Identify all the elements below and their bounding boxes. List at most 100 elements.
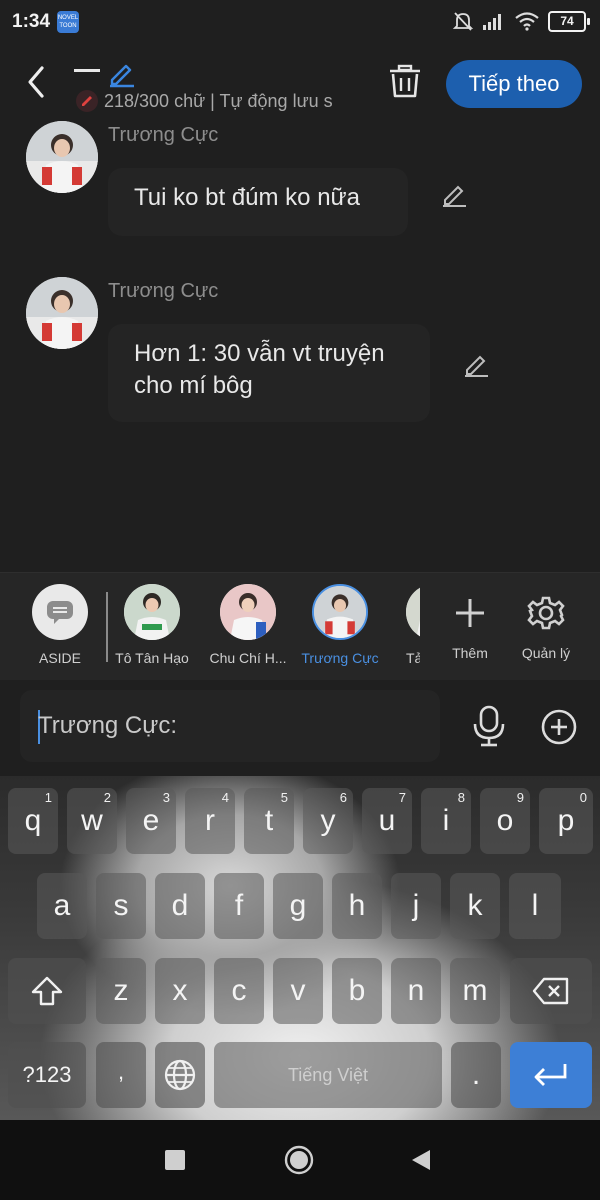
key-number: 0 (579, 790, 587, 805)
character-item-selected[interactable]: Trương Cực (298, 581, 382, 666)
key-number: 4 (221, 790, 229, 805)
backspace-key[interactable] (510, 958, 592, 1024)
key-number: 5 (280, 790, 288, 805)
character-avatar (124, 584, 180, 640)
character-name: Trương Cực (301, 650, 379, 666)
key-g[interactable]: g (273, 873, 323, 939)
title-placeholder[interactable] (74, 69, 100, 72)
avatar-photo-icon (26, 277, 98, 349)
gear-icon (527, 596, 565, 630)
key-h[interactable]: h (332, 873, 382, 939)
character-avatar (220, 584, 276, 640)
message-text-line: Hơn 1: 30 vẫn vt truyện (134, 340, 385, 367)
key-label: o (496, 804, 514, 837)
key-q[interactable]: q1 (8, 788, 58, 854)
avatar[interactable] (26, 277, 98, 349)
bell-muted-icon (452, 12, 474, 31)
key-b[interactable]: b (332, 958, 382, 1024)
pencil-icon (465, 355, 488, 377)
message-sender-name: Trương Cực (108, 280, 219, 302)
key-f[interactable]: f (214, 873, 264, 939)
key-t[interactable]: t5 (244, 788, 294, 854)
character-item[interactable]: Chu Chí H... (206, 581, 290, 666)
key-number: 2 (103, 790, 111, 805)
avatar[interactable] (26, 121, 98, 193)
key-i[interactable]: i8 (421, 788, 471, 854)
key-w[interactable]: w2 (67, 788, 117, 854)
key-d[interactable]: d (155, 873, 205, 939)
language-key[interactable] (155, 1042, 205, 1108)
key-number: 9 (516, 790, 524, 805)
message-text-line: cho mí bôg (134, 372, 253, 399)
key-j[interactable]: j (391, 873, 441, 939)
status-time: 1:34 (12, 11, 51, 32)
key-p[interactable]: p0 (539, 788, 593, 854)
home-button[interactable] (284, 1145, 314, 1175)
message-bubble[interactable]: Tui ko bt đúm ko nữa (108, 168, 408, 236)
space-key[interactable]: Tiếng Việt (214, 1042, 442, 1108)
key-e[interactable]: e3 (126, 788, 176, 854)
key-n[interactable]: n (391, 958, 441, 1024)
key-o[interactable]: o9 (480, 788, 530, 854)
voice-button[interactable] (470, 704, 508, 748)
add-content-button[interactable] (540, 708, 578, 746)
key-x[interactable]: x (155, 958, 205, 1024)
aside-button[interactable]: ASIDE (18, 581, 102, 666)
key-label: y (320, 804, 336, 837)
key-u[interactable]: u7 (362, 788, 412, 854)
character-item[interactable]: Tô Tân Hạo (110, 581, 194, 666)
key-k[interactable]: k (450, 873, 500, 939)
key-label: r (205, 804, 215, 837)
key-z[interactable]: z (96, 958, 146, 1024)
add-character-button[interactable]: Thêm (428, 581, 512, 661)
word-count-row: 218/300 chữ | Tự động lưu s (76, 90, 362, 112)
character-divider (106, 592, 108, 662)
enter-key[interactable] (510, 1042, 592, 1108)
key-number: 8 (457, 790, 465, 805)
manage-label: Quản lý (521, 645, 571, 661)
red-pencil-icon (76, 90, 98, 112)
shift-key[interactable] (8, 958, 86, 1024)
chevron-left-icon (28, 66, 44, 98)
key-label: u (378, 804, 396, 837)
next-button[interactable]: Tiếp theo (446, 60, 582, 108)
key-m[interactable]: m (450, 958, 500, 1024)
key-v[interactable]: v (273, 958, 323, 1024)
wifi-icon (515, 12, 539, 31)
battery-icon: 74 (548, 10, 590, 32)
manage-button[interactable]: Quản lý (504, 581, 588, 661)
key-number: 3 (162, 790, 170, 805)
key-label: p (557, 804, 575, 837)
avatar-photo-icon (26, 121, 98, 193)
pencil-icon (110, 64, 134, 88)
message-bubble[interactable]: Hơn 1: 30 vẫn vt truyện cho mí bôg (108, 324, 430, 422)
delete-button[interactable] (386, 62, 424, 102)
triangle-back-icon (412, 1150, 430, 1170)
edit-title-button[interactable] (106, 58, 136, 88)
plus-circle-icon (541, 709, 577, 745)
key-r[interactable]: r4 (185, 788, 235, 854)
edit-message-button[interactable] (440, 180, 468, 208)
key-s[interactable]: s (96, 873, 146, 939)
edit-message-button[interactable] (462, 350, 490, 378)
symbols-key[interactable]: ?123 (8, 1042, 86, 1108)
keyboard: q1 w2 e3 r4 t5 y6 u7 i8 o9 p0 a s d f g … (0, 776, 600, 1120)
character-avatar (312, 584, 368, 640)
period-key[interactable]: . (451, 1042, 501, 1108)
key-a[interactable]: a (37, 873, 87, 939)
character-name: Tô Tân Hạo (115, 650, 189, 666)
key-y[interactable]: y6 (303, 788, 353, 854)
character-bar: ASIDE Tô Tân Hạo Chu Chí H... Trương Cực… (0, 572, 600, 681)
recents-button[interactable] (165, 1150, 185, 1170)
system-navigation-bar (0, 1120, 600, 1200)
comma-emoji-key[interactable]: , (96, 1042, 146, 1108)
key-label: e (142, 804, 160, 837)
back-button[interactable] (20, 60, 56, 104)
key-number: 7 (398, 790, 406, 805)
key-c[interactable]: c (214, 958, 264, 1024)
character-item[interactable]: Tả (392, 581, 420, 666)
key-l[interactable]: l (509, 873, 561, 939)
key-label: q (24, 804, 42, 837)
enter-icon (534, 1064, 567, 1086)
back-nav-button[interactable] (410, 1148, 434, 1172)
